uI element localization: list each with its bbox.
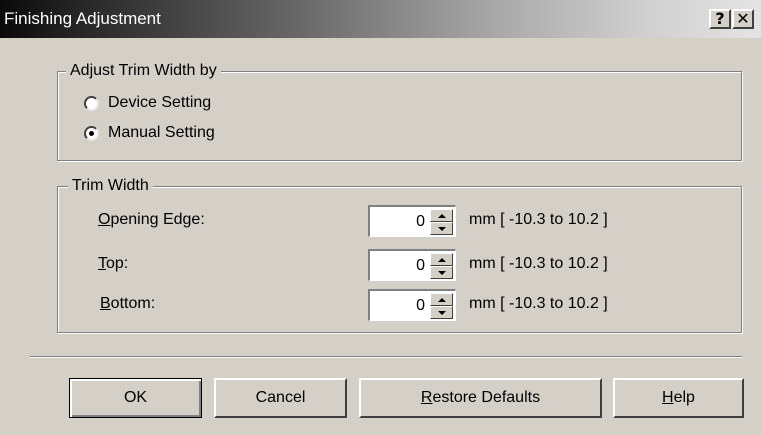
restore-defaults-button[interactable]: Restore Defaults [359, 378, 602, 418]
top-value[interactable]: 0 [416, 257, 425, 275]
bottom-value[interactable]: 0 [416, 297, 425, 315]
spin-up-button[interactable] [430, 209, 453, 222]
cancel-button[interactable]: Cancel [214, 378, 347, 418]
adjust-trim-width-group: Adjust Trim Width by Device Setting Manu… [57, 61, 742, 161]
finishing-adjustment-dialog: Finishing Adjustment ? ✕ Adjust Trim Wid… [0, 0, 761, 435]
arrow-down-icon [438, 227, 446, 231]
spin-down-button[interactable] [430, 306, 453, 319]
opening-edge-range: mm [ -10.3 to 10.2 ] [469, 211, 608, 228]
arrow-down-icon [438, 311, 446, 315]
device-setting-label: Device Setting [108, 94, 212, 111]
bottom-label: Bottom: [100, 295, 156, 312]
ok-button[interactable]: OK [69, 378, 202, 418]
title-bar[interactable]: Finishing Adjustment ? ✕ [0, 0, 761, 38]
arrow-down-icon [438, 271, 446, 275]
manual-setting-option[interactable]: Manual Setting [84, 122, 215, 144]
opening-edge-label: Opening Edge: [98, 211, 205, 228]
top-range: mm [ -10.3 to 10.2 ] [469, 255, 608, 272]
close-button[interactable]: ✕ [732, 9, 754, 29]
help-button[interactable]: Help [613, 378, 744, 418]
device-setting-option[interactable]: Device Setting [84, 92, 211, 114]
device-setting-radio[interactable] [84, 95, 99, 111]
top-label: Top: [98, 255, 129, 272]
help-caption-button[interactable]: ? [709, 9, 731, 29]
arrow-up-icon [438, 214, 446, 218]
window-title: Finishing Adjustment [4, 9, 161, 28]
separator [30, 356, 742, 358]
group-legend: Trim Width [68, 176, 153, 196]
arrow-up-icon [438, 258, 446, 262]
question-mark-icon: ? [715, 9, 725, 28]
spin-up-button[interactable] [430, 253, 453, 266]
bottom-stepper[interactable]: 0 [368, 289, 456, 321]
spin-down-button[interactable] [430, 222, 453, 235]
spin-up-button[interactable] [430, 293, 453, 306]
manual-setting-label: Manual Setting [108, 124, 215, 141]
manual-setting-radio[interactable] [84, 125, 99, 141]
top-stepper[interactable]: 0 [368, 249, 456, 281]
group-legend: Adjust Trim Width by [66, 61, 221, 81]
spin-down-button[interactable] [430, 266, 453, 279]
close-icon: ✕ [736, 9, 750, 28]
opening-edge-stepper[interactable]: 0 [368, 205, 456, 237]
bottom-range: mm [ -10.3 to 10.2 ] [469, 295, 608, 312]
opening-edge-value[interactable]: 0 [416, 213, 425, 231]
trim-width-group: Trim Width Opening Edge: 0 mm [ -10.3 to… [57, 176, 742, 333]
arrow-up-icon [438, 298, 446, 302]
